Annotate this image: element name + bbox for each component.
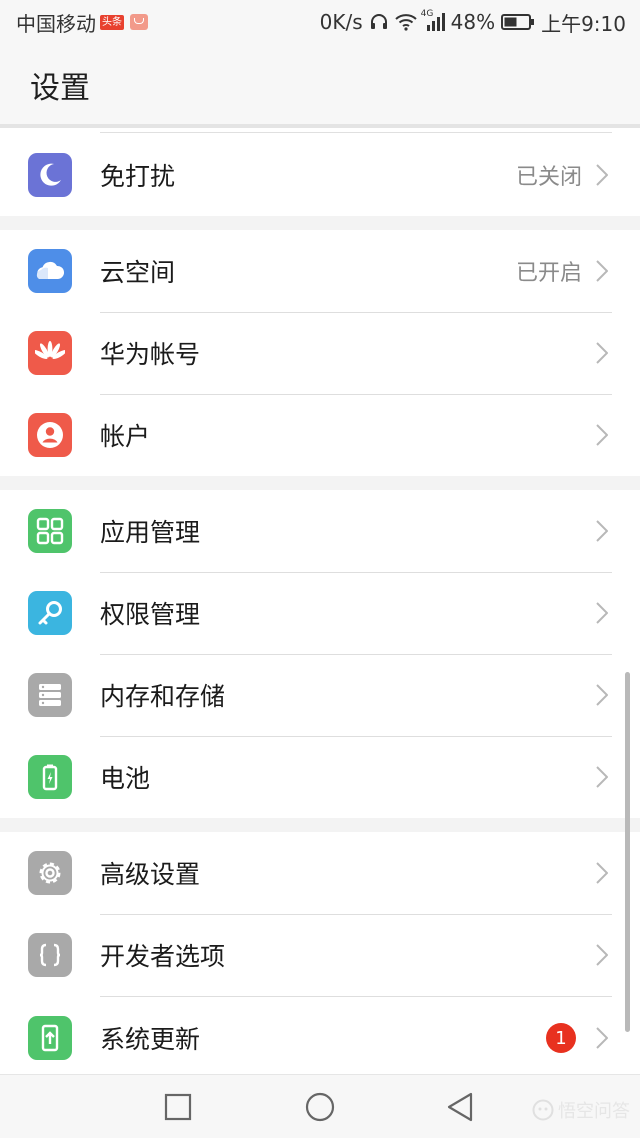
carrier-name: 中国移动 — [16, 11, 96, 36]
settings-item-system-update[interactable]: 系统更新 1 — [0, 996, 640, 1074]
chevron-right-icon — [596, 520, 608, 542]
settings-item-label: 华为帐号 — [100, 340, 201, 369]
chevron-right-icon — [596, 766, 608, 788]
circle-icon — [305, 1092, 335, 1122]
battery-icon — [28, 755, 72, 799]
settings-item-label: 云空间 — [100, 258, 176, 287]
cloud-icon — [28, 249, 72, 293]
settings-item-label: 高级设置 — [100, 860, 201, 889]
braces-icon — [28, 933, 72, 977]
chevron-right-icon — [596, 944, 608, 966]
settings-item-memory-storage[interactable]: 内存和存储 — [0, 654, 640, 736]
home-button[interactable] — [304, 1091, 336, 1123]
chevron-right-icon — [596, 684, 608, 706]
moon-icon — [28, 153, 72, 197]
settings-item-label: 权限管理 — [100, 600, 201, 629]
key-icon — [28, 591, 72, 635]
huawei-icon — [28, 331, 72, 375]
cell-signal: 4G — [421, 9, 445, 31]
update-icon — [28, 1016, 72, 1060]
settings-item-label: 内存和存储 — [100, 682, 226, 711]
wifi-icon — [394, 14, 417, 31]
settings-item-label: 开发者选项 — [100, 942, 226, 971]
chevron-right-icon — [596, 164, 608, 186]
group-gap — [0, 476, 640, 490]
account-icon — [28, 413, 72, 457]
chevron-right-icon — [596, 862, 608, 884]
group-gap — [0, 818, 640, 832]
status-left: 中国移动 头条 — [16, 8, 148, 37]
chevron-right-icon — [596, 602, 608, 624]
settings-item-status: 已开启 — [515, 261, 582, 286]
chevron-right-icon — [596, 1027, 608, 1049]
settings-item-advanced[interactable]: 高级设置 — [0, 832, 640, 914]
chevron-right-icon — [596, 260, 608, 282]
settings-item-label: 免打扰 — [100, 162, 176, 191]
settings-item-cloud[interactable]: 云空间 已开启 — [0, 230, 640, 312]
group-gap — [0, 216, 640, 230]
settings-list[interactable]: 免打扰 已关闭 云空间 已开启 华为帐号 帐户 应用管理 权限管理 内存和存储 … — [0, 128, 640, 1074]
storage-icon — [28, 673, 72, 717]
settings-group-1: 免打扰 已关闭 — [0, 134, 640, 216]
chevron-right-icon — [596, 424, 608, 446]
settings-group-4: 高级设置 开发者选项 系统更新 1 — [0, 832, 640, 1074]
settings-item-label: 电池 — [100, 764, 151, 793]
update-count-badge: 1 — [546, 1023, 576, 1053]
settings-item-label: 系统更新 — [100, 1025, 201, 1054]
settings-item-accounts[interactable]: 帐户 — [0, 394, 640, 476]
back-button[interactable] — [444, 1091, 476, 1123]
page-title: 设置 — [30, 71, 90, 106]
watermark-logo-icon — [532, 1099, 554, 1121]
watermark-text: 悟空问答 — [558, 1101, 630, 1122]
settings-item-label: 帐户 — [100, 422, 151, 451]
gear-icon — [28, 851, 72, 895]
settings-item-battery[interactable]: 电池 — [0, 736, 640, 818]
status-right: 0K/s 4G 48% 上午9:10 — [320, 8, 626, 37]
settings-item-do-not-disturb[interactable]: 免打扰 已关闭 — [0, 134, 640, 216]
square-icon — [164, 1093, 192, 1121]
battery-percent: 48% — [450, 10, 496, 34]
scrollbar[interactable] — [625, 672, 630, 1032]
settings-group-2: 云空间 已开启 华为帐号 帐户 — [0, 230, 640, 476]
settings-item-status: 已关闭 — [515, 165, 582, 190]
status-bar: 中国移动 头条 0K/s 4G 48% 上午9:10 — [0, 0, 640, 44]
navigation-bar: 悟空问答 — [0, 1074, 640, 1138]
settings-item-app-management[interactable]: 应用管理 — [0, 490, 640, 572]
battery-status-icon — [501, 14, 535, 30]
clock: 上午9:10 — [541, 11, 626, 36]
settings-item-developer-options[interactable]: 开发者选项 — [0, 914, 640, 996]
headset-icon — [370, 14, 387, 29]
watermark: 悟空问答 — [532, 1097, 630, 1123]
app-grid-icon — [28, 509, 72, 553]
mail-notification-icon — [130, 14, 148, 30]
chevron-right-icon — [596, 342, 608, 364]
settings-item-permissions[interactable]: 权限管理 — [0, 572, 640, 654]
settings-item-label: 应用管理 — [100, 518, 201, 547]
toutiao-notification-icon: 头条 — [100, 14, 124, 30]
triangle-back-icon — [447, 1092, 473, 1122]
app-header: 设置 — [0, 44, 640, 126]
network-type-label: 4G — [420, 9, 434, 19]
settings-item-huawei-id[interactable]: 华为帐号 — [0, 312, 640, 394]
recents-button[interactable] — [162, 1091, 194, 1123]
settings-group-3: 应用管理 权限管理 内存和存储 电池 — [0, 490, 640, 818]
net-speed: 0K/s — [319, 10, 363, 34]
